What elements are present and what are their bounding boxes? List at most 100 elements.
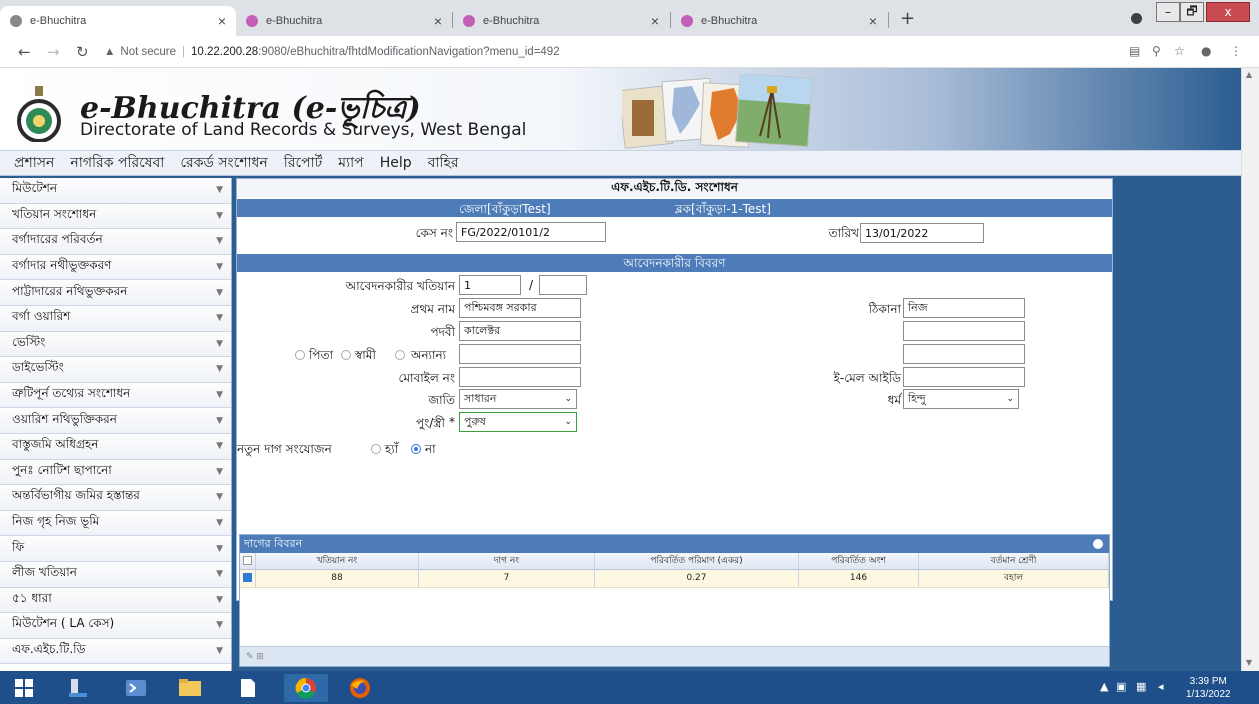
tab-title: e-Bhuchitra (701, 15, 758, 27)
taskbar-app-powershell[interactable] (114, 674, 158, 702)
first-name-field[interactable] (459, 298, 581, 318)
designation-field[interactable] (459, 321, 581, 341)
taskbar-clock[interactable]: 3:39 PM 1/13/2022 (1186, 675, 1231, 701)
nav-item-pattadar-record[interactable]: পাট্টাদারের নথিভুক্তকরন ▼ (0, 280, 231, 306)
collapse-toggle-icon[interactable] (1093, 539, 1103, 549)
nav-item-vesting[interactable]: ভেস্টিং ▼ (0, 331, 231, 358)
reload-icon[interactable]: ↻ (76, 43, 89, 61)
start-button[interactable] (2, 674, 46, 702)
browser-tab[interactable]: e-Bhuchitra × (453, 6, 669, 36)
relation-radio-husband[interactable] (341, 350, 351, 360)
tray-expand-icon[interactable]: ▲ (1100, 680, 1108, 693)
menu-item-administration[interactable]: প্রশাসন (14, 151, 54, 175)
menu-item-exit[interactable]: বাহির (428, 151, 459, 175)
grid-footer-icons[interactable]: ✎ ⊞ (246, 652, 264, 662)
select-all-checkbox[interactable] (243, 556, 252, 565)
forward-icon[interactable]: → (47, 43, 60, 61)
taskbar-app-file-explorer[interactable] (168, 674, 212, 702)
date-field[interactable] (860, 223, 984, 243)
taskbar-app-firefox[interactable] (338, 674, 382, 702)
menu-item-report[interactable]: রিপোর্ট (284, 151, 323, 175)
new-tab-button[interactable]: + (900, 8, 915, 29)
nav-item-mutation[interactable]: মিউটেশন ▼ (0, 178, 231, 204)
menu-item-map[interactable]: ম্যাপ (338, 151, 363, 175)
profile-icon[interactable] (1131, 13, 1142, 24)
nav-item-label: বর্গা ওয়ারিশ (12, 309, 71, 324)
menu-item-help[interactable]: Help (380, 155, 412, 171)
nav-item-fhtd[interactable]: এফ.এইচ.টি.ডি ▼ (0, 638, 231, 665)
scroll-down-icon[interactable]: ▼ (1246, 658, 1252, 667)
col-header-current-class[interactable]: বর্তমান শ্রেণী (919, 553, 1109, 569)
nav-item-label: ত্রুটিপূর্ন তথ্যের সংশোধন (12, 386, 131, 401)
gender-select[interactable]: পুরুষ ⌄ (459, 412, 577, 432)
col-header-plot[interactable]: দাগ নং (419, 553, 595, 569)
chevron-down-icon: ▼ (216, 620, 223, 631)
browser-tab[interactable]: e-Bhuchitra × (236, 6, 452, 36)
nav-item-lease-khatian[interactable]: লীজ খতিয়ান ▼ (0, 561, 231, 588)
network-icon[interactable]: ▦ (1136, 680, 1146, 693)
address-line3-field[interactable] (903, 344, 1025, 364)
scroll-up-icon[interactable]: ▲ (1246, 70, 1252, 79)
email-field[interactable] (903, 367, 1025, 387)
select-all-cell[interactable] (240, 553, 256, 569)
khatian-subfield[interactable] (539, 275, 587, 295)
nav-item-heir-record[interactable]: ওয়ারিশ নথিভুক্তিকরন ▼ (0, 408, 231, 434)
tab-close-icon[interactable]: × (434, 13, 442, 29)
browser-tab[interactable]: e-Bhuchitra × (671, 6, 887, 36)
menu-item-record-correction[interactable]: রেকর্ড সংশোধন (180, 151, 267, 175)
nav-item-notice-reprint[interactable]: পুনঃ নোটিশ ছাপানো ▼ (0, 459, 231, 486)
close-window-button[interactable]: x (1206, 2, 1250, 22)
taskbar-app-chrome[interactable] (284, 674, 328, 702)
back-icon[interactable]: ← (18, 43, 31, 61)
caste-select[interactable]: সাধারন ⌄ (459, 389, 577, 409)
taskbar-app-server-manager[interactable] (56, 674, 100, 702)
table-row[interactable]: 88 7 0.27 146 বহাল (240, 570, 1109, 588)
translate-icon[interactable]: ▤ (1129, 44, 1140, 58)
col-header-khatian[interactable]: খতিয়ান নং (256, 553, 419, 569)
browser-tab[interactable]: e-Bhuchitra × (0, 6, 236, 36)
taskbar-app-document[interactable] (226, 674, 270, 702)
nav-item-khatian-correction[interactable]: খতিয়ান সংশোধন ▼ (0, 203, 231, 230)
nav-item-nij-griha[interactable]: নিজ গৃহ নিজ ভূমি ▼ (0, 510, 231, 537)
religion-select[interactable]: হিন্দু ⌄ (903, 389, 1019, 409)
nav-item-error-correction[interactable]: ত্রুটিপূর্ন তথ্যের সংশোধন ▼ (0, 382, 231, 409)
nav-item-interdepartmental-transfer[interactable]: অন্তর্বিভাগীয় জমির হস্তান্তর ▼ (0, 485, 231, 511)
tab-close-icon[interactable]: × (869, 13, 877, 29)
nav-item-bargadar-change[interactable]: বর্গাদারের পরিবর্তন ▼ (0, 229, 231, 255)
khatian-field[interactable] (459, 275, 521, 295)
row-select-cell[interactable] (240, 570, 256, 587)
tab-close-icon[interactable]: × (651, 13, 659, 29)
row-checkbox[interactable] (243, 573, 252, 582)
mobile-field[interactable] (459, 367, 581, 387)
menu-item-citizen-services[interactable]: নাগরিক পরিষেবা (70, 151, 164, 175)
relation-name-field[interactable] (459, 344, 581, 364)
nav-item-divesting[interactable]: ডাইভেস্টিং ▼ (0, 357, 231, 383)
tray-app-icon[interactable]: ▣ (1116, 680, 1126, 693)
address-bar[interactable]: ▲ Not secure | 10.22.200.28 :9080/eBhuch… (104, 41, 1104, 63)
nav-item-homestead-acquisition[interactable]: বাস্তুজমি অধিগ্রহন ▼ (0, 433, 231, 460)
nav-item-section-51[interactable]: ৫১ ধারা ▼ (0, 587, 231, 614)
address-line1-field[interactable] (903, 298, 1025, 318)
relation-radio-father[interactable] (295, 350, 305, 360)
address-line2-field[interactable] (903, 321, 1025, 341)
nav-item-bargadar-record[interactable]: বর্গাদার নথীভুক্তকরণ ▼ (0, 254, 231, 281)
nav-item-barga-heir[interactable]: বর্গা ওয়ারিশ ▼ (0, 305, 231, 332)
volume-icon[interactable]: ◂ (1158, 680, 1164, 693)
menu-kebab-icon[interactable]: ⋮ (1230, 44, 1242, 58)
case-number-field[interactable] (456, 222, 606, 242)
maximize-button[interactable]: 🗗 (1180, 2, 1204, 22)
account-icon[interactable]: ● (1201, 44, 1211, 58)
relation-radio-other[interactable] (395, 350, 405, 360)
zoom-icon[interactable]: ⚲ (1152, 44, 1161, 58)
new-plot-yes-radio[interactable] (371, 444, 381, 454)
new-plot-no-radio[interactable] (411, 444, 421, 454)
tab-close-icon[interactable]: × (218, 13, 226, 29)
page-scrollbar[interactable]: ▲ ▼ (1241, 68, 1259, 671)
nav-item-fee[interactable]: ফি ▼ (0, 536, 231, 562)
mobile-label: মোবাইল নং (398, 371, 456, 385)
col-header-changed-area[interactable]: পরিবর্তিত পরিমাণ (একর) (595, 553, 799, 569)
nav-item-mutation-la[interactable]: মিউটেশন ( LA কেস) ▼ (0, 613, 231, 639)
bookmark-star-icon[interactable]: ☆ (1174, 44, 1185, 58)
minimize-button[interactable]: – (1156, 2, 1180, 22)
col-header-changed-share[interactable]: পরিবর্তিত অংশ (799, 553, 919, 569)
